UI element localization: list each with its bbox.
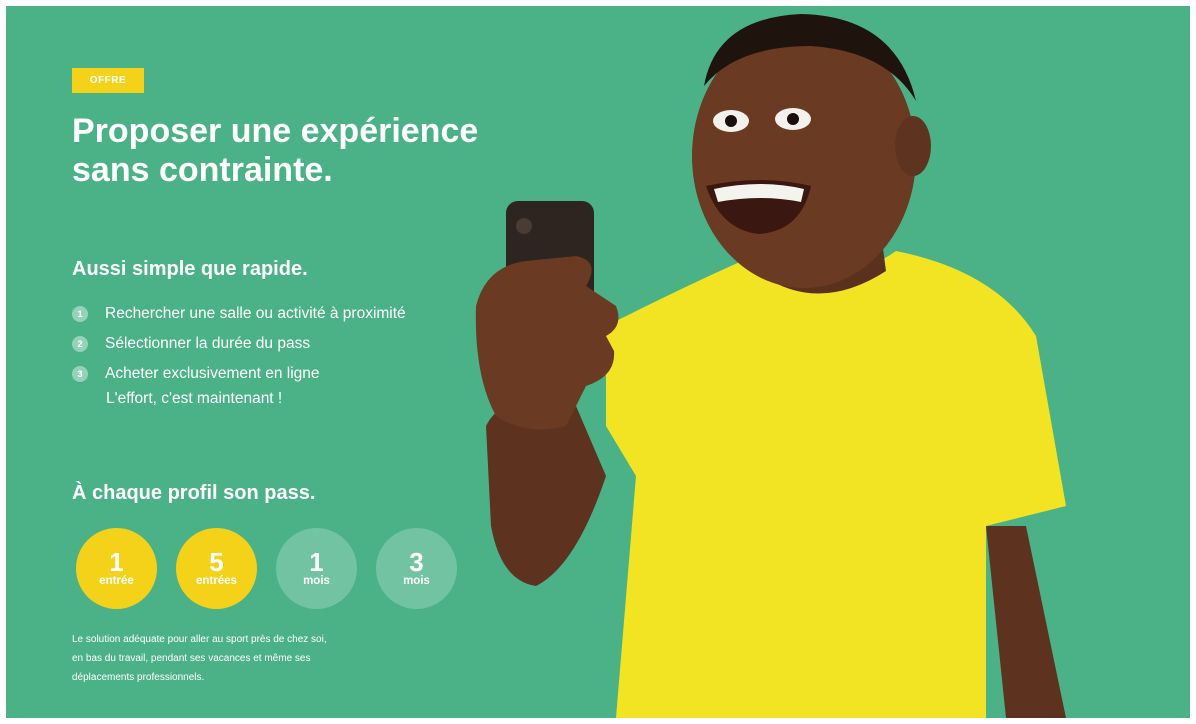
pass-unit: mois [403,574,430,587]
right-arm [986,526,1066,718]
pass-description: Le solution adéquate pour aller au sport… [72,630,432,687]
description-line: Le solution adéquate pour aller au sport… [72,634,327,645]
title-line-1: Proposer une expérience [72,112,479,150]
pass-unit: entrée [99,574,134,587]
step-item: 2 Sélectionner la durée du pass [72,329,502,359]
phone-camera [516,218,532,234]
step-number-badge: 2 [72,336,88,352]
pass-option-1-mois[interactable]: 1 mois [276,528,357,609]
pass-unit: entrées [196,574,237,587]
pass-count: 1 [309,546,324,577]
hero-photo-man-with-phone [475,14,1066,718]
steps-list: 1 Rechercher une salle ou activité à pro… [72,299,502,389]
pass-option-1-entree[interactable]: 1 entrée [76,528,157,609]
yellow-tshirt [606,251,1066,718]
step-item: 3 Acheter exclusivement en ligne [72,359,502,389]
pass-count: 3 [409,546,424,577]
section-title-steps: Aussi simple que rapide. [72,258,308,280]
step-label: Rechercher une salle ou activité à proxi… [105,305,406,322]
pass-option-3-mois[interactable]: 3 mois [376,528,457,609]
step-number-badge: 3 [72,366,88,382]
hand [475,256,619,430]
pass-options: 1 entrée 5 entrées 1 mois 3 mois [76,528,457,609]
pass-unit: mois [303,574,330,587]
step-label: Acheter exclusivement en ligne [105,365,320,382]
description-line: en bas du travail, pendant ses vacances … [72,653,311,664]
pass-option-5-entrees[interactable]: 5 entrées [176,528,257,609]
description-line: déplacements professionnels. [72,672,205,683]
pass-count: 1 [109,546,124,577]
section-title-passes: À chaque profil son pass. [72,482,316,504]
step-label: Sélectionner la durée du pass [105,335,311,352]
step-number-badge: 1 [72,306,88,322]
tagline: L'effort, c'est maintenant ! [106,390,283,407]
title-line-2: sans contrainte. [72,151,333,189]
offer-badge: OFFRE [72,68,144,93]
step-item: 1 Rechercher une salle ou activité à pro… [72,299,502,329]
ear [895,116,931,176]
offer-banner: OFFRE Proposer une expérience sans contr… [6,6,1190,718]
pass-count: 5 [209,546,224,577]
